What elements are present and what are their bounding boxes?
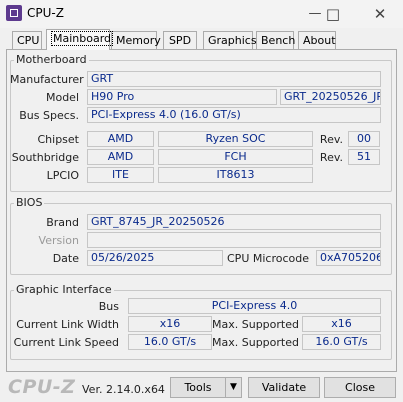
gi-bus-label: Bus <box>98 300 119 313</box>
tab-cpu[interactable]: CPU <box>12 31 42 49</box>
model-revision-field: GRT_20250526_JR <box>280 89 381 105</box>
max-supported-width-field: x16 <box>302 316 381 332</box>
bios-brand-field: GRT_8745_JR_20250526 <box>87 214 381 230</box>
tools-dropdown-icon[interactable]: ▼ <box>225 377 242 398</box>
chipset-rev-label: Rev. <box>319 133 343 146</box>
lpcio-name-field: IT8613 <box>158 167 313 183</box>
chipset-label: Chipset <box>37 133 79 146</box>
bus-specs-label: Bus Specs. <box>19 109 79 122</box>
tab-graphics[interactable]: Graphics <box>203 31 257 49</box>
southbridge-vendor-field: AMD <box>87 149 154 165</box>
version-label: Ver. 2.14.0.x64 <box>82 383 165 396</box>
graphic-interface-title: Graphic Interface <box>14 283 114 296</box>
manufacturer-field: GRT <box>87 71 381 87</box>
lpcio-label: LPCIO <box>46 169 79 182</box>
app-icon <box>6 5 22 21</box>
current-link-speed-label: Current Link Speed <box>13 336 119 349</box>
tab-mainboard[interactable]: Mainboard <box>46 29 114 50</box>
tab-bench[interactable]: Bench <box>256 31 295 49</box>
current-link-width-label: Current Link Width <box>16 318 119 331</box>
current-link-speed-field: 16.0 GT/s <box>128 334 212 350</box>
cpu-z-logo: CPU-Z <box>8 376 76 398</box>
southbridge-rev-field: 51 <box>348 149 380 165</box>
chipset-name-field: Ryzen SOC <box>158 131 313 147</box>
cpu-microcode-field: 0xA705206 <box>316 250 381 266</box>
max-supported-speed-label: Max. Supported <box>212 336 299 349</box>
model-label: Model <box>45 91 79 104</box>
manufacturer-label: Manufacturer <box>10 73 84 86</box>
chipset-rev-field: 00 <box>348 131 380 147</box>
maximize-icon[interactable]: □ <box>321 4 345 24</box>
tab-mainboard-label: Mainboard <box>51 31 114 46</box>
motherboard-title: Motherboard <box>14 53 89 66</box>
bios-date-field: 05/26/2025 <box>87 250 223 266</box>
southbridge-label: Southbridge <box>11 151 79 164</box>
southbridge-rev-label: Rev. <box>319 151 343 164</box>
close-button[interactable]: Close <box>324 377 396 398</box>
bus-specs-field: PCI-Express 4.0 (16.0 GT/s) <box>87 107 381 123</box>
validate-button[interactable]: Validate <box>248 377 320 398</box>
lpcio-vendor-field: ITE <box>87 167 154 183</box>
model-field: H90 Pro <box>87 89 277 105</box>
window-title: CPU-Z <box>27 6 64 20</box>
max-supported-speed-field: 16.0 GT/s <box>302 334 381 350</box>
bios-version-field <box>87 232 381 248</box>
chipset-vendor-field: AMD <box>87 131 154 147</box>
tools-button[interactable]: Tools <box>170 377 226 398</box>
bios-version-label: Version <box>38 234 79 247</box>
bios-brand-label: Brand <box>46 216 79 229</box>
tab-about[interactable]: About <box>298 31 336 49</box>
gi-bus-field: PCI-Express 4.0 <box>128 298 381 314</box>
cpu-microcode-label: CPU Microcode <box>227 252 309 265</box>
southbridge-name-field: FCH <box>158 149 313 165</box>
current-link-width-field: x16 <box>128 316 212 332</box>
tab-memory[interactable]: Memory <box>111 31 161 49</box>
tab-spd[interactable]: SPD <box>163 31 197 49</box>
bios-date-label: Date <box>52 252 79 265</box>
max-supported-width-label: Max. Supported <box>212 318 299 331</box>
bios-title: BIOS <box>14 196 45 209</box>
close-icon[interactable]: ✕ <box>368 4 392 24</box>
